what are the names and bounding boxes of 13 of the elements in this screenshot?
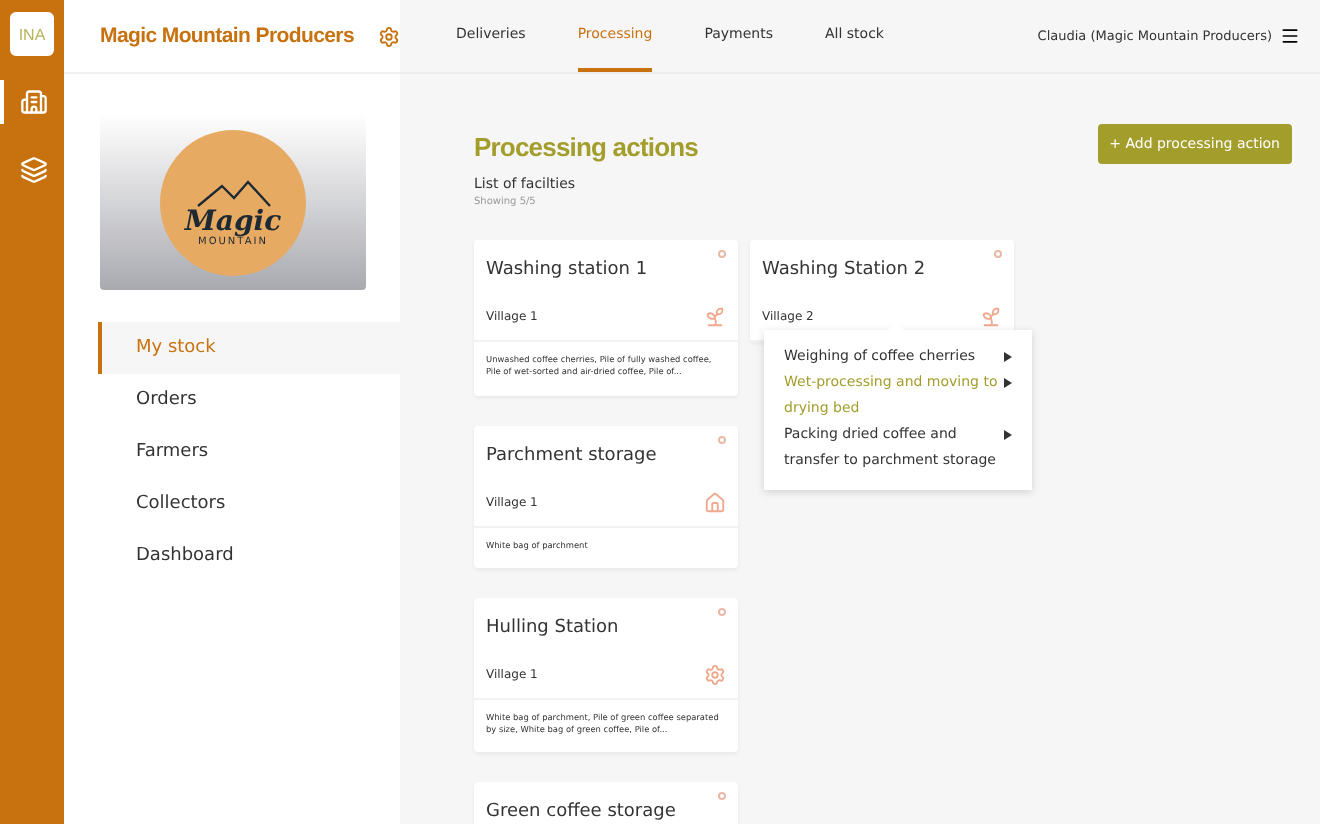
sidebar-item[interactable]: Collectors	[98, 478, 400, 530]
facility-name: Green coffee storage	[486, 802, 676, 823]
facility-name: Washing station 1	[486, 260, 648, 280]
page-title: Processing actions	[474, 132, 699, 162]
sidebar-item[interactable]: Farmers	[98, 426, 400, 478]
facility-name: Washing Station 2	[762, 260, 926, 280]
facility-name: Hulling Station	[486, 617, 619, 638]
facility-name: Parchment storage	[486, 445, 657, 466]
company-name: Magic Mountain Producers	[100, 24, 354, 48]
sidebar-item[interactable]: Orders	[98, 374, 400, 426]
sidebar-item[interactable]: Dashboard	[98, 530, 400, 582]
facility-card[interactable]: Green coffee storage	[474, 782, 738, 824]
logo-word: Magic	[184, 207, 282, 235]
